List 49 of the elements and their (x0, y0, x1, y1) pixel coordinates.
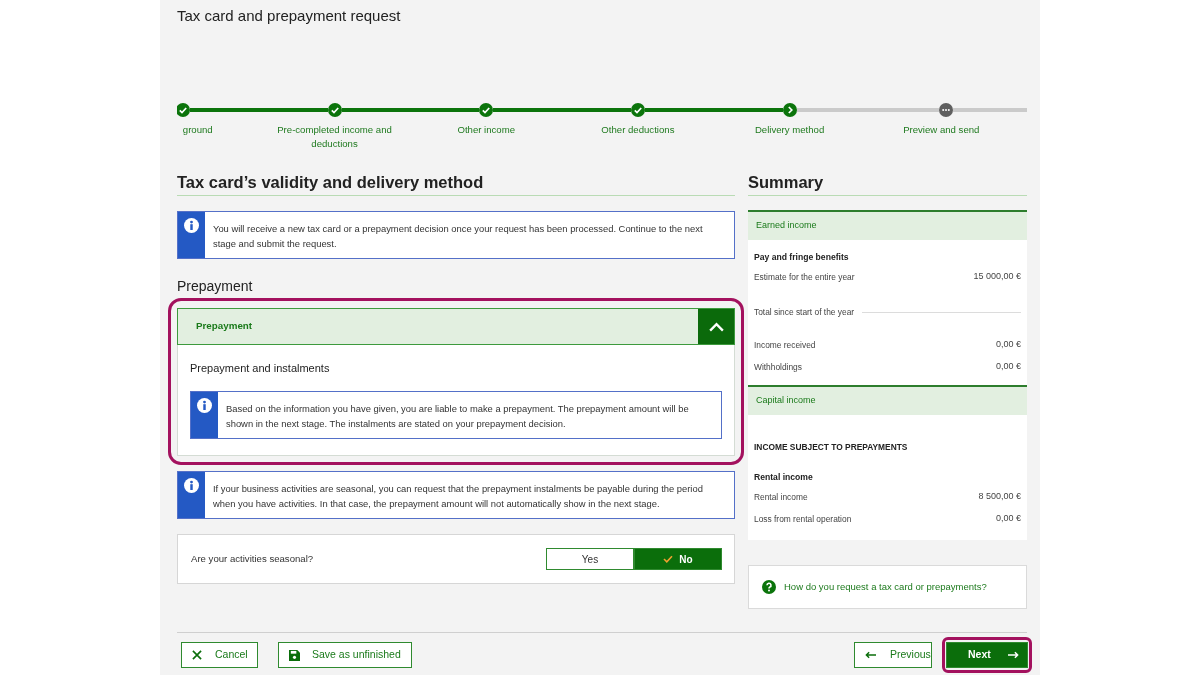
info-icon (184, 478, 199, 493)
summary-value: 8 500,00 € (978, 490, 1021, 504)
info-icon (197, 398, 212, 413)
save-button[interactable]: Save as unfinished (278, 642, 412, 668)
summary-label: Withholdings (754, 360, 802, 374)
info-text: Based on the information you have given, you are liable to make a prepayment. The prepayment amount will be shown in the next stage. The instalments are stated on your prepayment decision. (225, 402, 690, 431)
accordion-subheading: Prepayment and instalments (190, 361, 331, 375)
summary-section-header: Capital income (748, 385, 1027, 415)
summary-value: 15 000,00 € (973, 270, 1021, 284)
step-label: Preview and send (903, 123, 980, 137)
summary-value: 0,00 € (995, 338, 1021, 352)
help-link[interactable]: How do you request a tax card or prepayments? (784, 579, 987, 595)
summary-value: 0,00 € (995, 360, 1021, 374)
info-icon (184, 218, 199, 233)
summary-label: Rental income (754, 490, 808, 504)
summary-label: Estimate for the entire year (754, 270, 855, 284)
chevron-up-icon (707, 321, 725, 332)
close-icon (192, 650, 202, 660)
question-circle-icon (762, 580, 776, 594)
step-label: Other income (457, 123, 515, 137)
summary-group-title: Pay and fringe benefits (754, 251, 850, 264)
option-button[interactable]: Yes (546, 548, 634, 570)
summary-category: INCOME SUBJECT TO PREPAYMENTS (754, 441, 909, 454)
summary-section-header: Earned income (748, 210, 1027, 240)
summary-label: Income received (754, 338, 816, 352)
next-button[interactable]: Next (946, 642, 1028, 668)
step-label: Delivery method (754, 123, 825, 137)
accordion-title: Prepayment (195, 319, 254, 334)
cancel-button[interactable]: Cancel (181, 642, 258, 668)
step-label: Other deductions (601, 123, 675, 137)
page-title: Tax card and prepayment request (177, 7, 401, 25)
summary-group-title: Rental income (754, 471, 814, 484)
summary-heading: Summary (748, 172, 825, 193)
question-label: Are your activities seasonal? (191, 551, 314, 566)
accordion-toggle-button[interactable] (698, 309, 734, 344)
summary-label: Loss from rental operation (754, 512, 852, 526)
previous-button[interactable]: Previous (854, 642, 932, 668)
section-heading: Tax card’s validity and delivery method (177, 172, 485, 193)
info-text: If your business activities are seasonal, you can request that the prepayment instalments be payable during the period when you have activities. In that case, the prepayment amount will not automatically show in the next stage. (212, 482, 704, 511)
summary-subheading: Total since start of the year (754, 305, 855, 319)
arrow-right-icon (1008, 651, 1019, 659)
info-text: You will receive a new tax card or a prepayment decision once your request has been processed. Continue to the next stage and submit the request. (212, 222, 704, 251)
summary-value: 0,00 € (995, 512, 1021, 526)
step-label: ground (182, 123, 213, 137)
arrow-left-icon (865, 651, 876, 659)
step-label: Pre-completed income and deductions (276, 123, 393, 151)
option-button[interactable]: No (634, 548, 722, 570)
check-icon (663, 555, 674, 563)
subsection-heading: Prepayment (177, 277, 254, 295)
